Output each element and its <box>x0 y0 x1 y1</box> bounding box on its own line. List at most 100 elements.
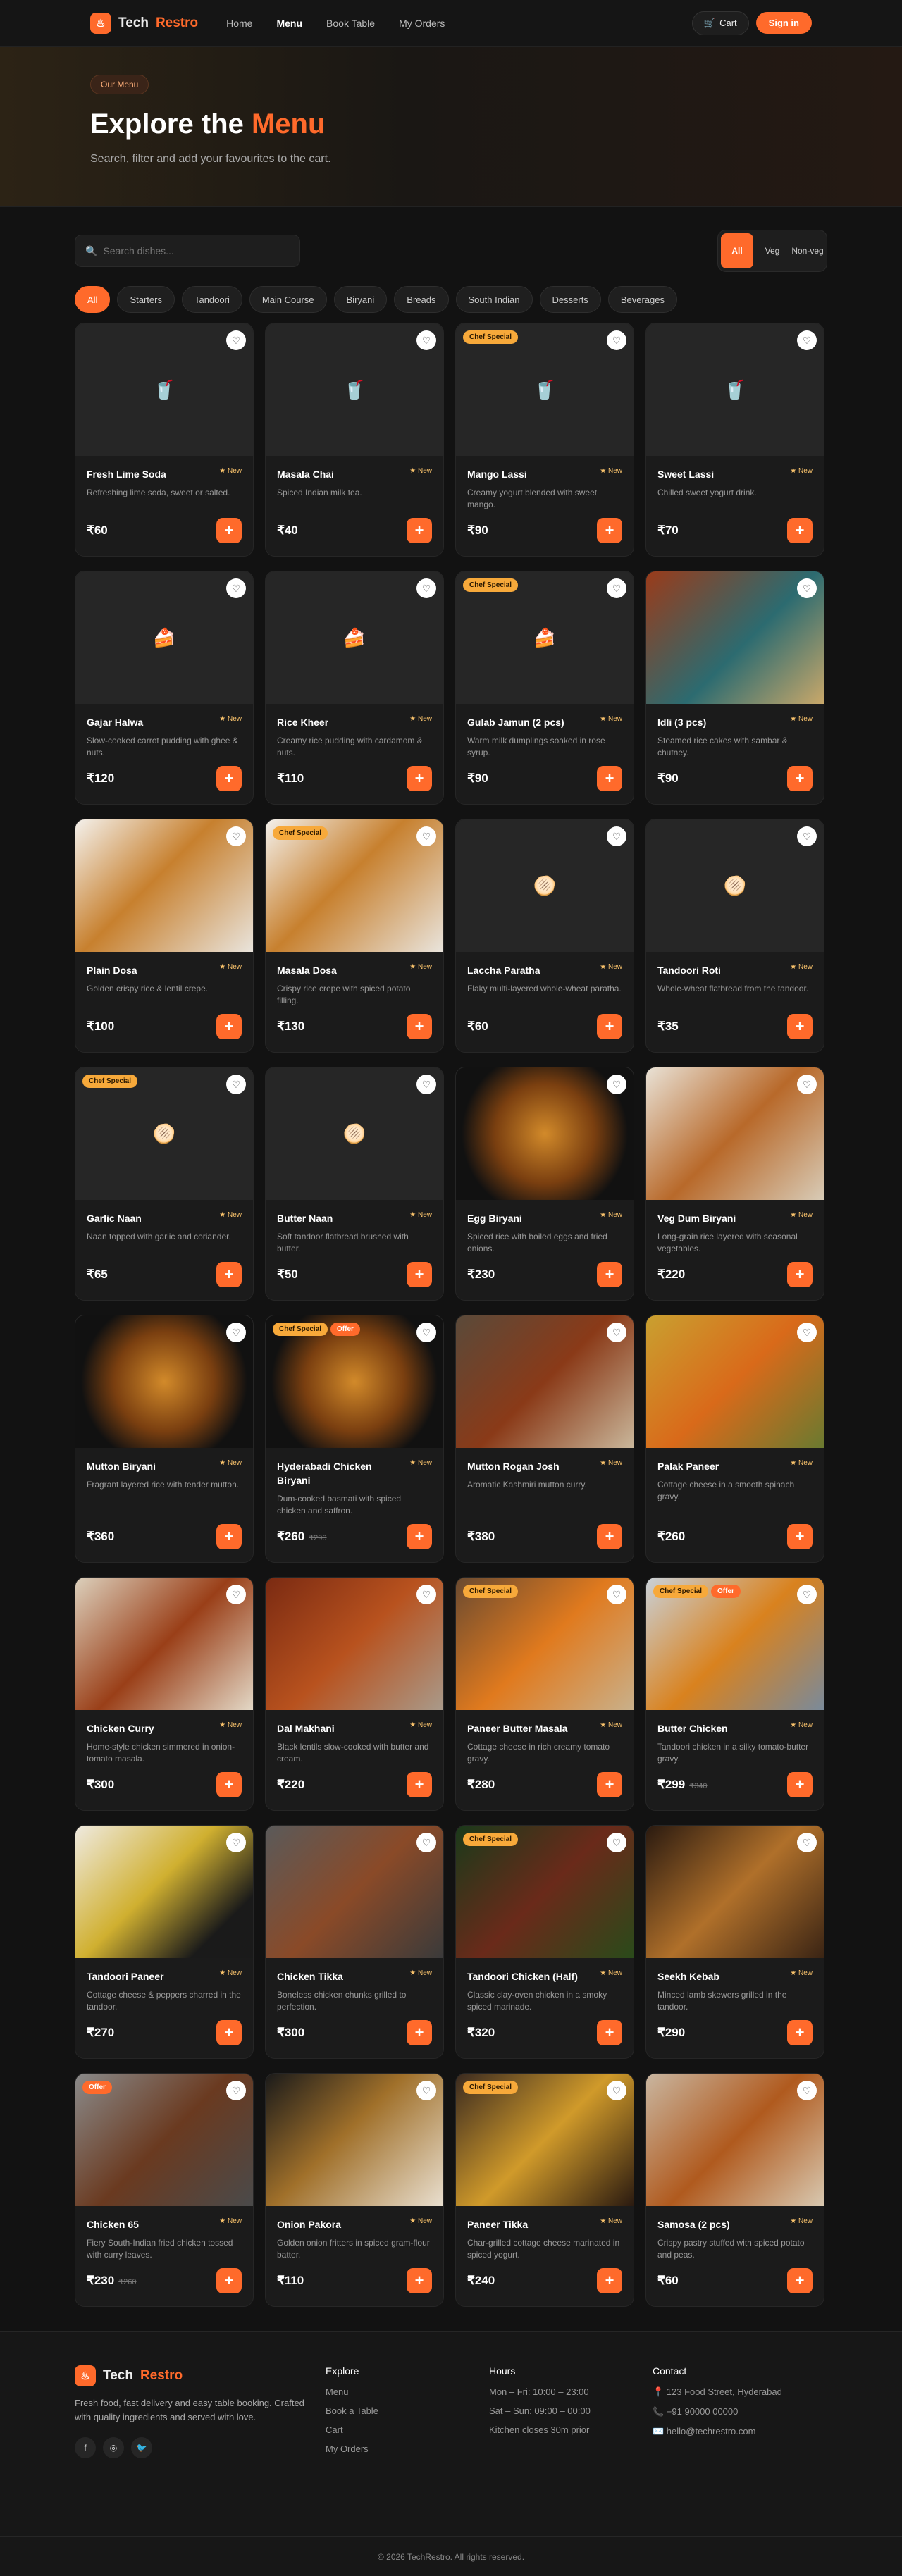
menu-card[interactable]: ♡ Samosa (2 pcs) ★ New Crispy pastry stuffe… <box>645 2073 824 2307</box>
menu-card[interactable]: 🍰 Chef Special ♡ Gulab Jamun (2 pcs) ★ New Wa… <box>455 571 634 805</box>
nav-my-orders[interactable]: My Orders <box>399 18 445 29</box>
menu-card[interactable]: 🥤 ♡ Fresh Lime Soda ★ New Refreshing lime so… <box>75 323 254 557</box>
menu-card[interactable]: ♡ Mutton Biryani ★ New Fragrant layered ric… <box>75 1315 254 1563</box>
add-to-cart-button[interactable]: + <box>216 1262 242 1287</box>
add-to-cart-button[interactable]: + <box>597 1524 622 1549</box>
menu-card[interactable]: ♡ Egg Biryani ★ New Spiced rice with boiled… <box>455 1067 634 1301</box>
favorite-heart-icon[interactable]: ♡ <box>416 1585 436 1604</box>
twitter-icon[interactable]: 🐦 <box>131 2437 152 2458</box>
menu-card[interactable]: 🍰 ♡ Gajar Halwa ★ New Slow-cooked carrot pud… <box>75 571 254 805</box>
favorite-heart-icon[interactable]: ♡ <box>607 578 626 598</box>
facebook-icon[interactable]: f <box>75 2437 96 2458</box>
favorite-heart-icon[interactable]: ♡ <box>797 330 817 350</box>
chip-desserts[interactable]: Desserts <box>539 286 601 313</box>
menu-card[interactable]: ♡ Tandoori Paneer ★ New Cottage cheese & pe… <box>75 1825 254 2059</box>
favorite-heart-icon[interactable]: ♡ <box>797 2081 817 2100</box>
menu-card[interactable]: ♡ Mutton Rogan Josh ★ New Aromatic Kashmiri… <box>455 1315 634 1563</box>
contact-phone[interactable]: 📞 +91 90000 00000 <box>653 2406 816 2417</box>
favorite-heart-icon[interactable]: ♡ <box>226 1323 246 1342</box>
cart-button[interactable]: 🛒 Cart <box>691 11 749 35</box>
menu-card[interactable]: ♡ Onion Pakora ★ New Golden onion fritters … <box>265 2073 444 2307</box>
menu-card[interactable]: 🥤 ♡ Masala Chai ★ New Spiced Indian milk tea… <box>265 323 444 557</box>
footer-logo[interactable]: ♨ Tech Restro <box>75 2365 326 2386</box>
chip-main-course[interactable]: Main Course <box>249 286 327 313</box>
chip-starters[interactable]: Starters <box>117 286 175 313</box>
nav-book-table[interactable]: Book Table <box>326 18 375 29</box>
favorite-heart-icon[interactable]: ♡ <box>797 1833 817 1852</box>
favorite-heart-icon[interactable]: ♡ <box>797 826 817 846</box>
footer-link-cart[interactable]: Cart <box>326 2425 489 2435</box>
favorite-heart-icon[interactable]: ♡ <box>607 2081 626 2100</box>
chip-biryani[interactable]: Biryani <box>333 286 388 313</box>
nav-menu[interactable]: Menu <box>276 18 302 29</box>
chip-tandoori[interactable]: Tandoori <box>181 286 242 313</box>
menu-card[interactable]: Offer ♡ Chicken 65 ★ New Fiery South-Indian … <box>75 2073 254 2307</box>
add-to-cart-button[interactable]: + <box>787 1524 813 1549</box>
add-to-cart-button[interactable]: + <box>407 766 432 791</box>
add-to-cart-button[interactable]: + <box>597 2020 622 2045</box>
menu-card[interactable]: Chef Special ♡ Masala Dosa ★ New Crispy rice… <box>265 819 444 1053</box>
favorite-heart-icon[interactable]: ♡ <box>226 1585 246 1604</box>
favorite-heart-icon[interactable]: ♡ <box>416 2081 436 2100</box>
favorite-heart-icon[interactable]: ♡ <box>416 1075 436 1094</box>
favorite-heart-icon[interactable]: ♡ <box>226 330 246 350</box>
menu-card[interactable]: 🫓 Chef Special ♡ Garlic Naan ★ New Naan toppe… <box>75 1067 254 1301</box>
menu-card[interactable]: ♡ Chicken Curry ★ New Home-style chicken si… <box>75 1577 254 1811</box>
add-to-cart-button[interactable]: + <box>216 766 242 791</box>
menu-card[interactable]: 🥤 Chef Special ♡ Mango Lassi ★ New Creamy yog… <box>455 323 634 557</box>
menu-card[interactable]: 🥤 ♡ Sweet Lassi ★ New Chilled sweet yogurt d… <box>645 323 824 557</box>
favorite-heart-icon[interactable]: ♡ <box>607 1833 626 1852</box>
add-to-cart-button[interactable]: + <box>787 1014 813 1039</box>
menu-card[interactable]: 🫓 ♡ Laccha Paratha ★ New Flaky multi-layered… <box>455 819 634 1053</box>
add-to-cart-button[interactable]: + <box>407 1524 432 1549</box>
footer-link-book[interactable]: Book a Table <box>326 2405 489 2416</box>
menu-card[interactable]: Chef Special ♡ Tandoori Chicken (Half) ★ Ne… <box>455 1825 634 2059</box>
menu-card[interactable]: ♡ Idli (3 pcs) ★ New Steamed rice cakes wit… <box>645 571 824 805</box>
menu-card[interactable]: 🫓 ♡ Tandoori Roti ★ New Whole-wheat flatbrea… <box>645 819 824 1053</box>
diet-non-veg[interactable]: Non-veg <box>791 233 824 268</box>
chip-breads[interactable]: Breads <box>394 286 449 313</box>
favorite-heart-icon[interactable]: ♡ <box>416 1323 436 1342</box>
add-to-cart-button[interactable]: + <box>407 1772 432 1797</box>
menu-card[interactable]: ♡ Dal Makhani ★ New Black lentils slow-cook… <box>265 1577 444 1811</box>
favorite-heart-icon[interactable]: ♡ <box>607 1075 626 1094</box>
add-to-cart-button[interactable]: + <box>407 2268 432 2293</box>
favorite-heart-icon[interactable]: ♡ <box>607 1585 626 1604</box>
add-to-cart-button[interactable]: + <box>787 1262 813 1287</box>
favorite-heart-icon[interactable]: ♡ <box>416 1833 436 1852</box>
add-to-cart-button[interactable]: + <box>407 518 432 543</box>
menu-card[interactable]: ♡ Veg Dum Biryani ★ New Long-grain rice lay… <box>645 1067 824 1301</box>
favorite-heart-icon[interactable]: ♡ <box>797 1323 817 1342</box>
add-to-cart-button[interactable]: + <box>216 2020 242 2045</box>
favorite-heart-icon[interactable]: ♡ <box>416 826 436 846</box>
add-to-cart-button[interactable]: + <box>216 518 242 543</box>
chip-beverages[interactable]: Beverages <box>607 286 677 313</box>
favorite-heart-icon[interactable]: ♡ <box>226 1075 246 1094</box>
menu-card[interactable]: Chef Special Offer ♡ Butter Chicken ★ New Tan… <box>645 1577 824 1811</box>
menu-card[interactable]: Chef Special ♡ Paneer Tikka ★ New Char-grill… <box>455 2073 634 2307</box>
add-to-cart-button[interactable]: + <box>597 1772 622 1797</box>
search-input[interactable]: 🔍 Search dishes... <box>75 235 300 267</box>
favorite-heart-icon[interactable]: ♡ <box>797 1075 817 1094</box>
favorite-heart-icon[interactable]: ♡ <box>607 1323 626 1342</box>
favorite-heart-icon[interactable]: ♡ <box>797 1585 817 1604</box>
menu-card[interactable]: ♡ Palak Paneer ★ New Cottage cheese in a sm… <box>645 1315 824 1563</box>
add-to-cart-button[interactable]: + <box>407 1014 432 1039</box>
nav-home[interactable]: Home <box>226 18 252 29</box>
favorite-heart-icon[interactable]: ♡ <box>797 578 817 598</box>
menu-card[interactable]: 🍰 ♡ Rice Kheer ★ New Creamy rice pudding wit… <box>265 571 444 805</box>
add-to-cart-button[interactable]: + <box>407 2020 432 2045</box>
add-to-cart-button[interactable]: + <box>597 2268 622 2293</box>
add-to-cart-button[interactable]: + <box>597 1262 622 1287</box>
add-to-cart-button[interactable]: + <box>216 2268 242 2293</box>
favorite-heart-icon[interactable]: ♡ <box>607 826 626 846</box>
chip-south-indian[interactable]: South Indian <box>455 286 533 313</box>
add-to-cart-button[interactable]: + <box>407 1262 432 1287</box>
menu-card[interactable]: Chef Special ♡ Paneer Butter Masala ★ New Co… <box>455 1577 634 1811</box>
instagram-icon[interactable]: ◎ <box>103 2437 124 2458</box>
footer-link-orders[interactable]: My Orders <box>326 2444 489 2454</box>
chip-all[interactable]: All <box>75 286 111 313</box>
signin-button[interactable]: Sign in <box>755 12 812 34</box>
menu-card[interactable]: Chef Special Offer ♡ Hyderabadi Chicken Bir… <box>265 1315 444 1563</box>
add-to-cart-button[interactable]: + <box>216 1772 242 1797</box>
